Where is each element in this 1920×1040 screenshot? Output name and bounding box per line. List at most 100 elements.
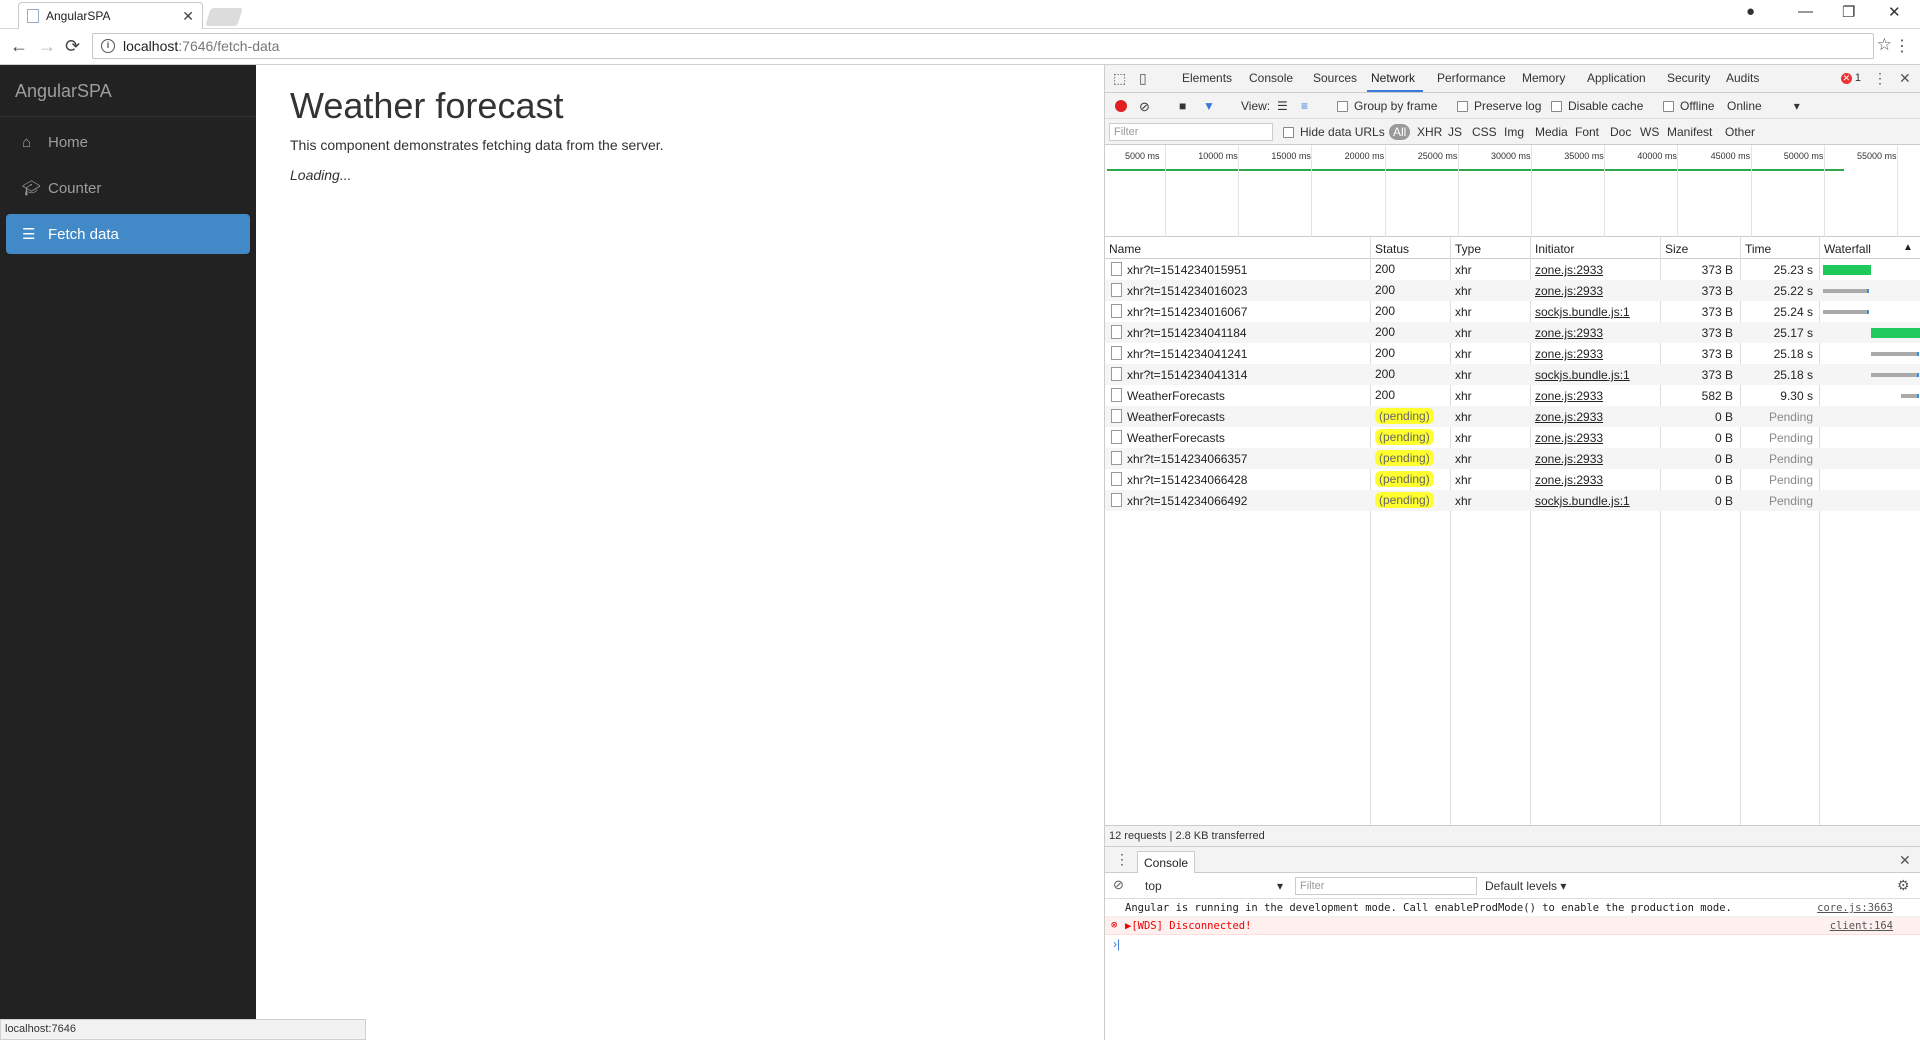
offline-checkbox[interactable]: Offline <box>1663 99 1714 113</box>
window-close-icon[interactable]: ✕ <box>1888 3 1901 21</box>
inspect-element-icon[interactable]: ⬚ <box>1113 70 1126 87</box>
overview-icon[interactable]: ≡ <box>1301 99 1308 113</box>
table-row[interactable]: xhr?t=1514234016023 200 xhr zone.js:2933 373… <box>1105 280 1920 301</box>
tab-network[interactable]: Network <box>1371 71 1415 85</box>
request-initiator-link[interactable]: sockjs.bundle.js:1 <box>1535 368 1630 382</box>
group-by-frame-checkbox[interactable]: Group by frame <box>1337 99 1437 113</box>
request-initiator-link[interactable]: zone.js:2933 <box>1535 431 1603 445</box>
browser-menu-icon[interactable]: ⋮ <box>1894 36 1910 56</box>
tab-security[interactable]: Security <box>1667 71 1710 85</box>
request-initiator-link[interactable]: zone.js:2933 <box>1535 389 1603 403</box>
network-filter-input[interactable]: Filter <box>1109 123 1273 141</box>
table-row[interactable]: xhr?t=1514234066428 (pending) xhr zone.js:2… <box>1105 469 1920 490</box>
device-toolbar-icon[interactable]: ▯ <box>1139 70 1147 87</box>
table-row[interactable]: xhr?t=1514234015951 200 xhr zone.js:2933 373… <box>1105 259 1920 280</box>
filter-type-other[interactable]: Other <box>1725 125 1755 139</box>
error-count-badge[interactable]: ✕ 1 <box>1840 72 1861 84</box>
browser-tab[interactable]: AngularSPA ✕ <box>18 2 203 29</box>
console-settings-gear-icon[interactable]: ⚙ <box>1897 877 1910 894</box>
request-initiator-link[interactable]: zone.js:2933 <box>1535 284 1603 298</box>
bookmark-star-icon[interactable]: ☆ <box>1877 35 1892 55</box>
throttling-select[interactable]: Online ▾ <box>1727 99 1800 113</box>
column-header-initiator[interactable]: Initiator <box>1535 242 1574 256</box>
table-row[interactable]: xhr?t=1514234041314 200 xhr sockjs.bundle.j… <box>1105 364 1920 385</box>
tab-close-icon[interactable]: ✕ <box>182 8 194 25</box>
filter-funnel-icon[interactable]: ▼ <box>1203 99 1215 113</box>
clear-icon[interactable]: ⊘ <box>1139 99 1150 115</box>
filter-type-doc[interactable]: Doc <box>1610 125 1631 139</box>
console-clear-icon[interactable]: ⊘ <box>1113 877 1124 893</box>
filter-type-all[interactable]: All <box>1389 124 1411 140</box>
reload-icon[interactable]: ⟳ <box>65 36 80 57</box>
sort-ascending-icon[interactable]: ▲ <box>1903 242 1913 253</box>
minimize-icon[interactable]: — <box>1798 3 1813 20</box>
drawer-tab-console[interactable]: Console <box>1137 851 1196 873</box>
drawer-close-icon[interactable]: ✕ <box>1899 852 1911 869</box>
console-error-message[interactable]: ⊗ ▶[WDS] Disconnected! client:164 <box>1105 917 1920 935</box>
filter-type-manifest[interactable]: Manifest <box>1667 125 1712 139</box>
large-rows-icon[interactable]: ☰ <box>1277 99 1288 113</box>
filter-type-js[interactable]: JS <box>1448 125 1462 139</box>
request-initiator-link[interactable]: sockjs.bundle.js:1 <box>1535 305 1630 319</box>
restore-icon[interactable]: ❐ <box>1842 3 1855 21</box>
new-tab-button[interactable] <box>205 8 243 26</box>
sidebar-item-fetch-data[interactable]: ☰ Fetch data <box>6 214 250 254</box>
preserve-log-checkbox[interactable]: Preserve log <box>1457 99 1541 113</box>
console-message-source[interactable]: core.js:3663 <box>1817 902 1893 914</box>
column-header-name[interactable]: Name <box>1109 242 1141 256</box>
table-row[interactable]: xhr?t=1514234041184 200 xhr zone.js:2933 373… <box>1105 322 1920 343</box>
app-brand[interactable]: AngularSPA <box>0 65 256 117</box>
console-filter-input[interactable]: Filter <box>1295 877 1477 895</box>
sidebar-item-counter[interactable]: 🎓︎ Counter <box>6 168 250 208</box>
filter-type-css[interactable]: CSS <box>1472 125 1497 139</box>
request-initiator-link[interactable]: zone.js:2933 <box>1535 326 1603 340</box>
devtools-close-icon[interactable]: ✕ <box>1899 70 1911 87</box>
request-initiator-link[interactable]: zone.js:2933 <box>1535 410 1603 424</box>
tab-elements[interactable]: Elements <box>1182 71 1232 85</box>
tab-sources[interactable]: Sources <box>1313 71 1357 85</box>
site-info-icon[interactable]: i <box>101 39 115 53</box>
profile-icon[interactable]: ● <box>1746 3 1755 20</box>
table-row[interactable]: xhr?t=1514234066492 (pending) xhr sockjs.bu… <box>1105 490 1920 511</box>
devtools-menu-icon[interactable]: ⋮ <box>1873 70 1887 87</box>
table-row[interactable]: xhr?t=1514234016067 200 xhr sockjs.bundle.j… <box>1105 301 1920 322</box>
request-initiator-link[interactable]: sockjs.bundle.js:1 <box>1535 494 1630 508</box>
tab-audits[interactable]: Audits <box>1726 71 1759 85</box>
request-initiator-link[interactable]: zone.js:2933 <box>1535 347 1603 361</box>
drawer-menu-icon[interactable]: ⋮ <box>1115 851 1129 868</box>
filter-type-xhr[interactable]: XHR <box>1417 125 1442 139</box>
log-levels-select[interactable]: Default levels ▾ <box>1485 879 1566 893</box>
request-initiator-link[interactable]: zone.js:2933 <box>1535 263 1603 277</box>
tab-console[interactable]: Console <box>1249 71 1293 85</box>
tab-memory[interactable]: Memory <box>1522 71 1565 85</box>
record-icon[interactable] <box>1115 100 1127 112</box>
tab-application[interactable]: Application <box>1587 71 1646 85</box>
column-header-size[interactable]: Size <box>1665 242 1688 256</box>
filter-type-ws[interactable]: WS <box>1640 125 1659 139</box>
disable-cache-checkbox[interactable]: Disable cache <box>1551 99 1643 113</box>
column-header-time[interactable]: Time <box>1745 242 1771 256</box>
column-header-waterfall[interactable]: Waterfall <box>1824 242 1871 256</box>
sidebar-item-home[interactable]: ⌂ Home <box>6 122 250 162</box>
network-overview-timeline[interactable]: 5000 ms 10000 ms 15000 ms 20000 ms 25000 ms 3… <box>1105 145 1920 237</box>
filter-type-img[interactable]: Img <box>1504 125 1524 139</box>
capture-screenshots-icon[interactable]: ■ <box>1179 99 1186 113</box>
request-initiator-link[interactable]: zone.js:2933 <box>1535 452 1603 466</box>
hide-data-urls-checkbox[interactable]: Hide data URLs <box>1283 125 1385 139</box>
console-prompt-icon[interactable]: ›| <box>1113 937 1120 951</box>
url-field[interactable]: i localhost :7646/fetch-data <box>92 33 1874 59</box>
table-row[interactable]: WeatherForecasts (pending) xhr zone.js:2933… <box>1105 427 1920 448</box>
table-row[interactable]: WeatherForecasts 200 xhr zone.js:2933 582 B 9… <box>1105 385 1920 406</box>
table-row[interactable]: xhr?t=1514234041241 200 xhr zone.js:2933 373… <box>1105 343 1920 364</box>
table-row[interactable]: xhr?t=1514234066357 (pending) xhr zone.js:2… <box>1105 448 1920 469</box>
forward-arrow-icon[interactable]: → <box>38 36 56 57</box>
column-header-type[interactable]: Type <box>1455 242 1481 256</box>
back-arrow-icon[interactable]: ← <box>10 36 28 57</box>
filter-type-media[interactable]: Media <box>1535 125 1568 139</box>
table-row[interactable]: WeatherForecasts (pending) xhr zone.js:2933… <box>1105 406 1920 427</box>
request-initiator-link[interactable]: zone.js:2933 <box>1535 473 1603 487</box>
filter-type-font[interactable]: Font <box>1575 125 1599 139</box>
tab-performance[interactable]: Performance <box>1437 71 1506 85</box>
column-header-status[interactable]: Status <box>1375 242 1409 256</box>
console-message-source[interactable]: client:164 <box>1830 920 1893 932</box>
